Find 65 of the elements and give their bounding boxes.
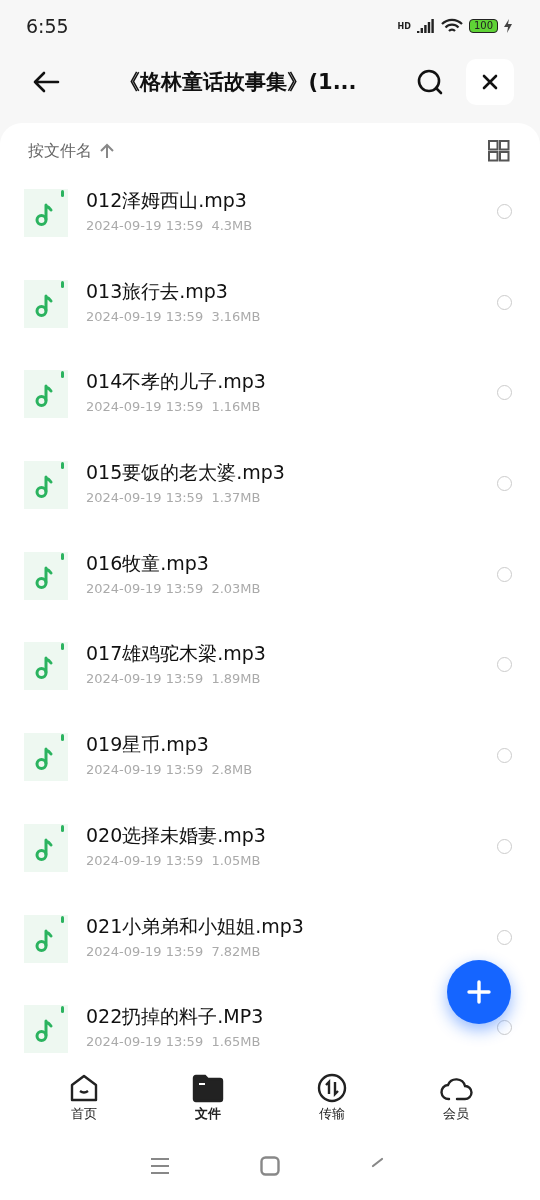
file-name[interactable]: 014不孝的儿子.mp3	[86, 369, 266, 396]
select-radio[interactable]	[497, 294, 512, 310]
audio-file-icon	[24, 551, 68, 600]
select-radio[interactable]	[497, 566, 512, 582]
plus-icon	[467, 980, 491, 1004]
signal-icon	[416, 19, 435, 33]
file-meta: 2024-09-19 13:59 1.89MB	[86, 671, 261, 687]
file-meta: 2024-09-19 13:59 1.05MB	[86, 852, 261, 868]
select-radio[interactable]	[497, 748, 512, 764]
wifi-icon	[440, 18, 463, 34]
file-meta: 2024-09-19 13:59 2.8MB	[86, 762, 253, 778]
file-meta: 2024-09-19 13:59 3.16MB	[86, 308, 261, 324]
file-name[interactable]: 016牧童.mp3	[86, 550, 209, 577]
select-radio[interactable]	[497, 929, 512, 945]
menu-icon[interactable]	[150, 1156, 170, 1175]
file-name[interactable]: 017雄鸡驼木梁.mp3	[86, 641, 266, 668]
up-arrow-icon	[100, 143, 114, 159]
close-icon	[482, 74, 498, 90]
select-radio[interactable]	[497, 657, 512, 673]
battery-level: 100	[468, 19, 498, 33]
home-icon	[68, 1073, 100, 1103]
charging-icon	[504, 19, 512, 33]
nav-tab[interactable]: 首页	[22, 1065, 146, 1131]
nav-tab[interactable]: 文件	[146, 1065, 270, 1131]
audio-file-icon	[24, 914, 68, 963]
grid-view-icon[interactable]	[488, 140, 510, 162]
add-button[interactable]	[447, 960, 511, 1024]
close-button[interactable]	[466, 59, 514, 105]
file-meta: 2024-09-19 13:59 2.03MB	[86, 580, 261, 596]
transfer-icon	[316, 1073, 348, 1103]
select-radio[interactable]	[497, 385, 512, 401]
file-meta: 2024-09-19 13:59 4.3MB	[86, 218, 253, 233]
select-radio[interactable]	[497, 476, 512, 492]
audio-file-icon	[24, 370, 68, 419]
sort-button[interactable]: 按文件名	[28, 140, 114, 162]
audio-file-icon	[24, 279, 68, 328]
audio-file-icon	[24, 1005, 68, 1054]
nav-tab[interactable]: 传输	[270, 1065, 394, 1131]
file-name[interactable]: 022扔掉的料子.MP3	[86, 1004, 264, 1031]
file-name[interactable]: 013旅行去.mp3	[86, 278, 228, 305]
select-radio[interactable]	[497, 1020, 512, 1036]
nav-tab[interactable]: 会员	[394, 1065, 518, 1131]
search-icon	[416, 68, 444, 96]
folder-title: 《格林童话故事集》(1...	[118, 69, 358, 96]
audio-file-icon	[24, 733, 68, 782]
file-name[interactable]: 020选择未婚妻.mp3	[86, 822, 266, 849]
status-time: 6:55	[26, 15, 69, 37]
select-radio[interactable]	[497, 204, 512, 219]
network-label: HD	[397, 21, 411, 31]
file-meta: 2024-09-19 13:59 7.82MB	[86, 943, 261, 959]
audio-file-icon	[24, 189, 68, 237]
file-meta: 2024-09-19 13:59 1.37MB	[86, 490, 261, 506]
file-name[interactable]: 021小弟弟和小姐姐.mp3	[86, 913, 304, 940]
audio-file-icon	[24, 461, 68, 510]
select-radio[interactable]	[497, 838, 512, 854]
file-name[interactable]: 012泽姆西山.mp3	[86, 188, 247, 214]
file-name[interactable]: 015要饭的老太婆.mp3	[86, 460, 285, 487]
file-name[interactable]: 019星币.mp3	[86, 732, 209, 759]
audio-file-icon	[24, 823, 68, 872]
folder-icon	[192, 1073, 224, 1103]
home-square-icon[interactable]	[260, 1155, 280, 1176]
file-meta: 2024-09-19 13:59 1.16MB	[86, 399, 261, 415]
audio-file-icon	[24, 642, 68, 691]
back-arrow-icon	[32, 70, 60, 94]
file-meta: 2024-09-19 13:59 1.65MB	[86, 1034, 261, 1050]
